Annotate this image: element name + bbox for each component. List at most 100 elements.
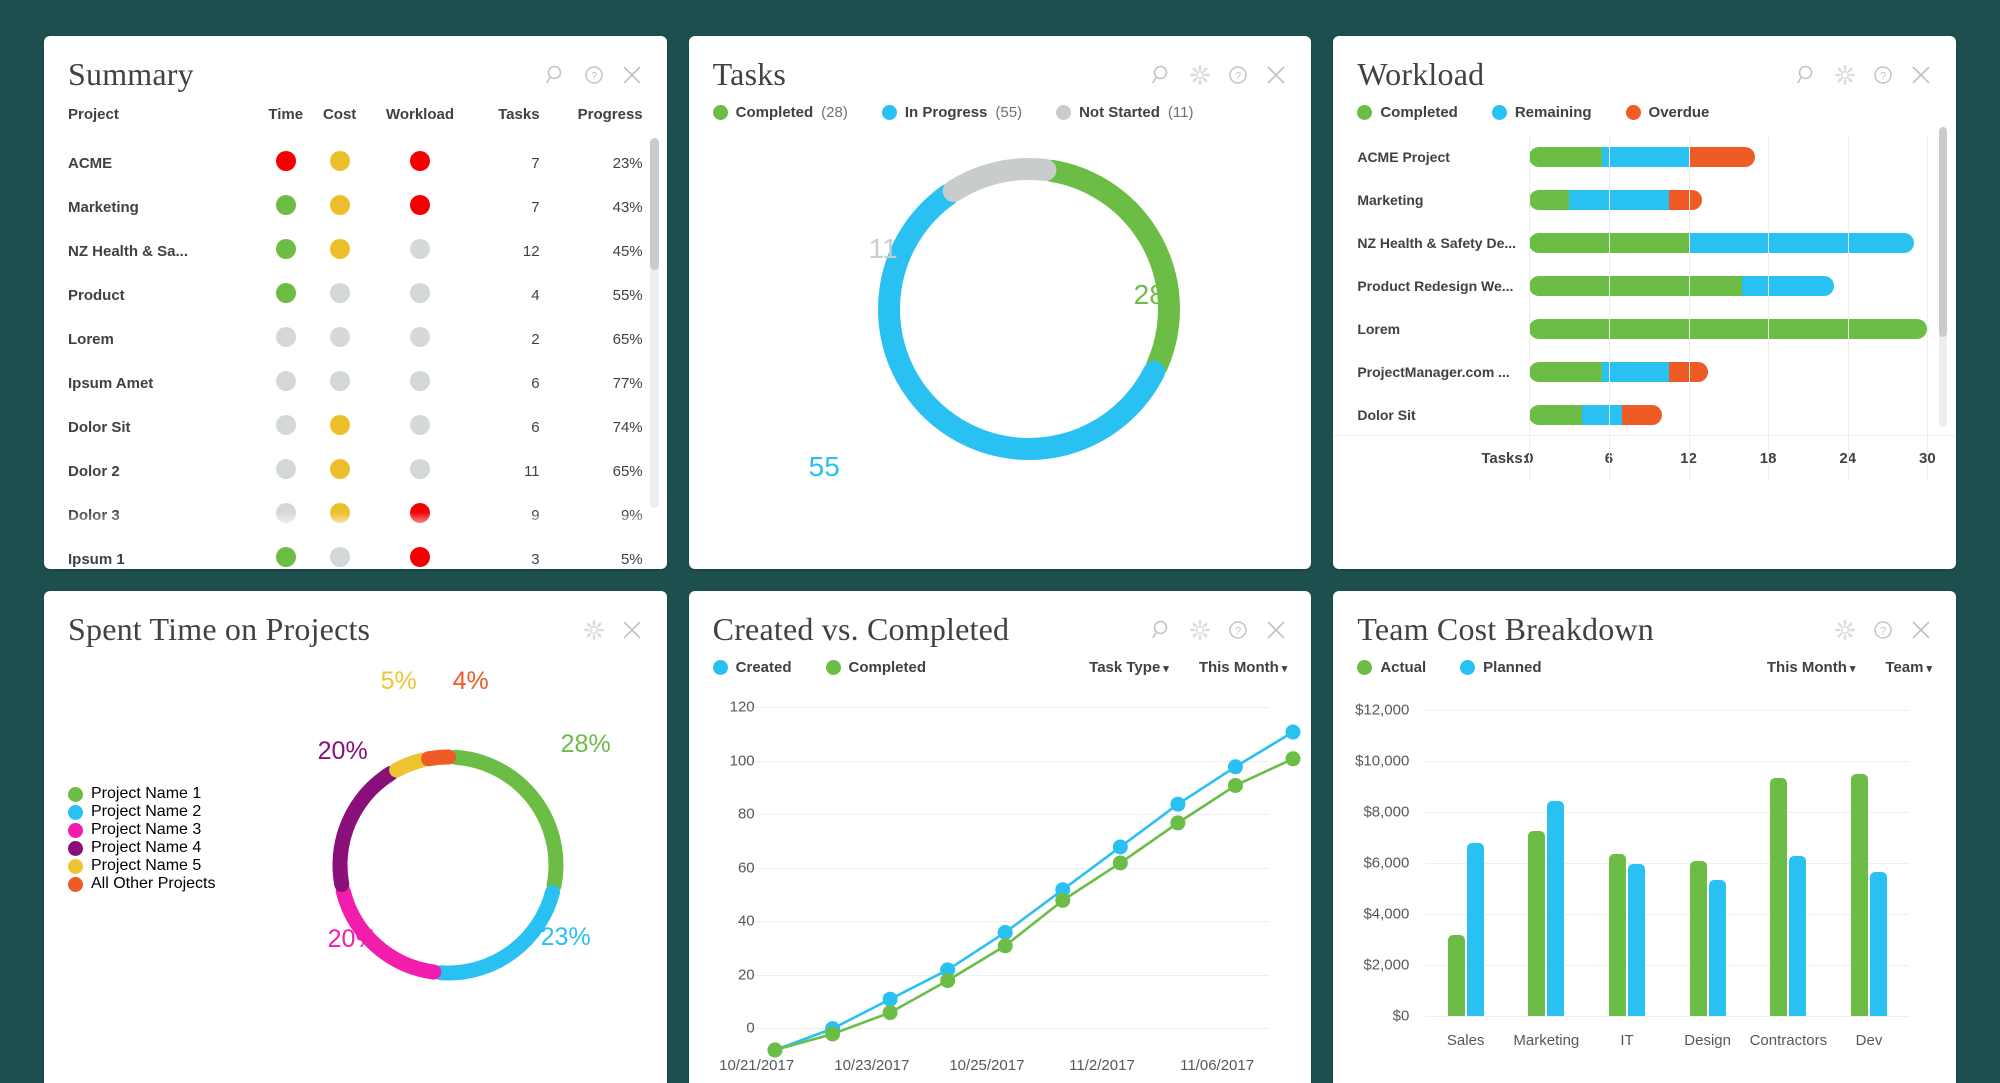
search-icon[interactable] bbox=[1151, 64, 1173, 86]
bar-chart-bar[interactable] bbox=[1851, 774, 1868, 1016]
control-this-month[interactable]: This Month▾ bbox=[1767, 659, 1856, 676]
data-point[interactable] bbox=[1170, 815, 1185, 830]
table-row[interactable]: Marketing743% bbox=[68, 185, 643, 229]
help-icon[interactable]: ? bbox=[1227, 619, 1249, 641]
search-icon[interactable] bbox=[545, 64, 567, 86]
legend-item[interactable]: Project Name 4 bbox=[68, 839, 263, 857]
workload-bar-segment[interactable] bbox=[1669, 190, 1702, 210]
workload-bar-segment[interactable] bbox=[1622, 405, 1662, 425]
close-icon[interactable] bbox=[1265, 64, 1287, 86]
workload-bar-segment[interactable] bbox=[1742, 276, 1835, 296]
summary-scrollbar-thumb[interactable] bbox=[650, 138, 659, 270]
help-icon[interactable]: ? bbox=[1227, 64, 1249, 86]
workload-scrollbar[interactable] bbox=[1939, 127, 1947, 427]
summary-scrollbar[interactable] bbox=[650, 138, 659, 508]
bar-chart-bar[interactable] bbox=[1789, 856, 1806, 1016]
data-point[interactable] bbox=[1112, 855, 1127, 870]
table-row[interactable]: Dolor 399% bbox=[68, 493, 643, 537]
table-row[interactable]: Ipsum 135% bbox=[68, 537, 643, 569]
workload-bar-segment[interactable] bbox=[1529, 319, 1927, 339]
legend-item[interactable]: Actual bbox=[1357, 659, 1426, 676]
gear-icon[interactable] bbox=[1834, 64, 1856, 86]
control-task-type[interactable]: Task Type▾ bbox=[1089, 659, 1169, 676]
data-point[interactable] bbox=[940, 973, 955, 988]
table-row[interactable]: Ipsum Amet677% bbox=[68, 361, 643, 405]
legend-item[interactable]: In Progress(55) bbox=[882, 104, 1022, 121]
data-point[interactable] bbox=[1285, 725, 1300, 740]
bar-chart-bar[interactable] bbox=[1528, 831, 1545, 1016]
control-team[interactable]: Team▾ bbox=[1885, 659, 1932, 676]
legend-item[interactable]: Remaining bbox=[1492, 104, 1592, 121]
bar-chart-bar[interactable] bbox=[1467, 843, 1484, 1016]
legend-item[interactable]: All Other Projects bbox=[68, 875, 263, 893]
legend-item[interactable]: Not Started(11) bbox=[1056, 104, 1193, 121]
help-icon[interactable]: ? bbox=[1872, 619, 1894, 641]
legend-item[interactable]: Project Name 5 bbox=[68, 857, 263, 875]
search-icon[interactable] bbox=[1796, 64, 1818, 86]
data-point[interactable] bbox=[1228, 778, 1243, 793]
data-point[interactable] bbox=[997, 925, 1012, 940]
legend-item[interactable]: Completed bbox=[1357, 104, 1458, 121]
close-icon[interactable] bbox=[1910, 64, 1932, 86]
legend-item[interactable]: Planned bbox=[1460, 659, 1541, 676]
workload-bar-segment[interactable] bbox=[1582, 405, 1622, 425]
table-row[interactable]: ACME723% bbox=[68, 141, 643, 185]
legend-item[interactable]: Completed bbox=[826, 659, 927, 676]
legend-item[interactable]: Project Name 1 bbox=[68, 785, 263, 803]
data-point[interactable] bbox=[1170, 797, 1185, 812]
help-icon[interactable]: ? bbox=[1872, 64, 1894, 86]
workload-bar-segment[interactable] bbox=[1602, 147, 1688, 167]
data-point[interactable] bbox=[1228, 759, 1243, 774]
bar-chart-bar[interactable] bbox=[1690, 861, 1707, 1016]
data-point[interactable] bbox=[882, 1005, 897, 1020]
bar-chart-bar[interactable] bbox=[1628, 864, 1645, 1016]
summary-cell-project: Ipsum 1 bbox=[68, 537, 258, 569]
legend-item[interactable]: Project Name 2 bbox=[68, 803, 263, 821]
legend-item[interactable]: Completed(28) bbox=[713, 104, 848, 121]
workload-bar-segment[interactable] bbox=[1529, 405, 1582, 425]
legend-item[interactable]: Created bbox=[713, 659, 792, 676]
data-point[interactable] bbox=[825, 1026, 840, 1041]
workload-bar-segment[interactable] bbox=[1689, 233, 1915, 253]
workload-bar-segment[interactable] bbox=[1569, 190, 1669, 210]
workload-bar-segment[interactable] bbox=[1529, 147, 1602, 167]
bar-chart-bar[interactable] bbox=[1609, 854, 1626, 1016]
workload-bar-segment[interactable] bbox=[1689, 147, 1755, 167]
workload-bar-segment[interactable] bbox=[1602, 362, 1668, 382]
data-point[interactable] bbox=[1112, 839, 1127, 854]
legend-item[interactable]: Overdue bbox=[1626, 104, 1710, 121]
gear-icon[interactable] bbox=[1189, 619, 1211, 641]
data-point[interactable] bbox=[1055, 893, 1070, 908]
table-row[interactable]: Dolor Sit674% bbox=[68, 405, 643, 449]
close-icon[interactable] bbox=[621, 619, 643, 641]
summary-cell-project: Lorem bbox=[68, 317, 258, 361]
table-row[interactable]: Lorem265% bbox=[68, 317, 643, 361]
workload-scrollbar-thumb[interactable] bbox=[1939, 127, 1947, 337]
data-point[interactable] bbox=[997, 938, 1012, 953]
gear-icon[interactable] bbox=[1189, 64, 1211, 86]
search-icon[interactable] bbox=[1151, 619, 1173, 641]
bar-chart-bar[interactable] bbox=[1709, 880, 1726, 1016]
workload-bar-segment[interactable] bbox=[1529, 276, 1741, 296]
table-row[interactable]: NZ Health & Sa...1245% bbox=[68, 229, 643, 273]
data-point[interactable] bbox=[1285, 751, 1300, 766]
gear-icon[interactable] bbox=[583, 619, 605, 641]
table-row[interactable]: Dolor 21165% bbox=[68, 449, 643, 493]
legend-item[interactable]: Project Name 3 bbox=[68, 821, 263, 839]
control-this-month[interactable]: This Month▾ bbox=[1199, 659, 1288, 676]
bar-chart-bar[interactable] bbox=[1547, 801, 1564, 1016]
help-icon[interactable]: ? bbox=[583, 64, 605, 86]
table-row[interactable]: Product455% bbox=[68, 273, 643, 317]
close-icon[interactable] bbox=[1265, 619, 1287, 641]
bar-chart-bar[interactable] bbox=[1770, 778, 1787, 1016]
close-icon[interactable] bbox=[1910, 619, 1932, 641]
data-point[interactable] bbox=[882, 992, 897, 1007]
close-icon[interactable] bbox=[621, 64, 643, 86]
data-point[interactable] bbox=[767, 1043, 782, 1058]
gear-icon[interactable] bbox=[1834, 619, 1856, 641]
workload-bar-segment[interactable] bbox=[1529, 362, 1602, 382]
bar-chart-bar[interactable] bbox=[1448, 935, 1465, 1017]
summary-cell-time bbox=[258, 361, 313, 405]
workload-bar-segment[interactable] bbox=[1529, 190, 1569, 210]
bar-chart-bar[interactable] bbox=[1870, 872, 1887, 1016]
